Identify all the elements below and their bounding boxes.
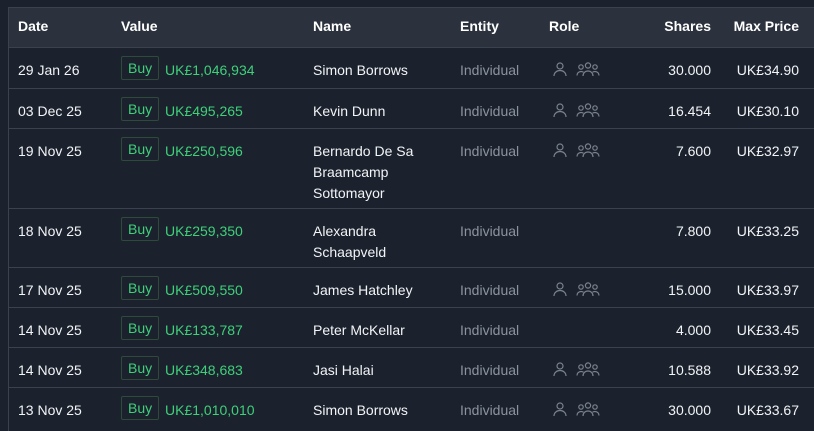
row-max-price: UK£33.67 bbox=[736, 402, 799, 418]
row-shares: 30.000 bbox=[668, 62, 711, 78]
group-icon[interactable] bbox=[576, 361, 600, 377]
row-date: 03 Dec 25 bbox=[18, 103, 82, 119]
row-max-price: UK£30.10 bbox=[736, 103, 799, 119]
row-entity: Individual bbox=[460, 322, 520, 338]
row-role bbox=[552, 360, 600, 378]
row-value: UK£495,265 bbox=[165, 103, 243, 119]
group-icon[interactable] bbox=[576, 61, 600, 77]
insider-name-link[interactable]: Alexandra Schaapveld bbox=[313, 221, 443, 263]
buy-badge[interactable]: Buy bbox=[121, 396, 160, 420]
header-shares[interactable]: Shares bbox=[629, 8, 711, 47]
table-row[interactable]: 18 Nov 25 Buy UK£259,350 Alexandra Schaapve… bbox=[9, 209, 814, 268]
row-max-price: UK£33.45 bbox=[736, 322, 799, 338]
row-entity: Individual bbox=[460, 282, 520, 298]
table-row[interactable]: 03 Dec 25 Buy UK£495,265 Kevin Dunn Individu… bbox=[9, 89, 814, 129]
row-entity: Individual bbox=[460, 103, 520, 119]
header-name[interactable]: Name bbox=[313, 8, 351, 47]
row-entity: Individual bbox=[460, 402, 520, 418]
group-icon[interactable] bbox=[576, 401, 600, 417]
buy-badge[interactable]: Buy bbox=[121, 356, 160, 380]
header-role[interactable]: Role bbox=[549, 8, 579, 47]
insider-name-link[interactable]: Jasi Halai bbox=[313, 360, 443, 381]
row-value: UK£250,596 bbox=[165, 143, 243, 159]
buy-badge[interactable]: Buy bbox=[121, 316, 160, 340]
row-entity: Individual bbox=[460, 62, 520, 78]
row-date: 17 Nov 25 bbox=[18, 282, 82, 298]
row-entity: Individual bbox=[460, 362, 520, 378]
buy-badge[interactable]: Buy bbox=[121, 137, 160, 161]
row-date: 14 Nov 25 bbox=[18, 322, 82, 338]
row-date: 13 Nov 25 bbox=[18, 402, 82, 418]
row-shares: 30.000 bbox=[668, 402, 711, 418]
table-row[interactable]: 14 Nov 25 Buy UK£133,787 Peter McKellar Indi… bbox=[9, 308, 814, 348]
group-icon[interactable] bbox=[576, 142, 600, 158]
header-date[interactable]: Date bbox=[18, 8, 48, 47]
table-row[interactable]: 29 Jan 26 Buy UK£1,046,934 Simon Borrows Ind… bbox=[9, 48, 814, 89]
table-row[interactable]: 17 Nov 25 Buy UK£509,550 James Hatchley Indi… bbox=[9, 268, 814, 308]
row-max-price: UK£32.97 bbox=[736, 143, 799, 159]
row-max-price: UK£33.92 bbox=[736, 362, 799, 378]
row-role bbox=[552, 400, 600, 418]
header-entity[interactable]: Entity bbox=[460, 8, 499, 47]
row-value: UK£1,046,934 bbox=[165, 62, 255, 78]
row-role bbox=[552, 101, 600, 119]
buy-badge[interactable]: Buy bbox=[121, 97, 160, 121]
row-shares: 7.800 bbox=[675, 223, 711, 239]
person-icon[interactable] bbox=[552, 401, 568, 417]
person-icon[interactable] bbox=[552, 102, 568, 118]
row-date: 18 Nov 25 bbox=[18, 223, 82, 239]
insider-name-link[interactable]: Simon Borrows bbox=[313, 60, 443, 81]
table-row[interactable]: 14 Nov 25 Buy UK£348,683 Jasi Halai Individu… bbox=[9, 348, 814, 388]
header-max-price[interactable]: Max Price bbox=[715, 8, 799, 47]
header-value[interactable]: Value bbox=[121, 8, 158, 47]
row-shares: 15.000 bbox=[668, 282, 711, 298]
row-role bbox=[552, 60, 600, 78]
row-entity: Individual bbox=[460, 223, 520, 239]
row-value: UK£348,683 bbox=[165, 362, 243, 378]
row-shares: 16.454 bbox=[668, 103, 711, 119]
insider-name-link[interactable]: Peter McKellar bbox=[313, 320, 443, 341]
row-max-price: UK£34.90 bbox=[736, 62, 799, 78]
group-icon[interactable] bbox=[576, 102, 600, 118]
insider-name-link[interactable]: James Hatchley bbox=[313, 280, 443, 301]
person-icon[interactable] bbox=[552, 361, 568, 377]
buy-badge[interactable]: Buy bbox=[121, 217, 160, 241]
row-max-price: UK£33.25 bbox=[736, 223, 799, 239]
row-max-price: UK£33.97 bbox=[736, 282, 799, 298]
group-icon[interactable] bbox=[576, 281, 600, 297]
person-icon[interactable] bbox=[552, 142, 568, 158]
person-icon[interactable] bbox=[552, 281, 568, 297]
row-entity: Individual bbox=[460, 143, 520, 159]
table-row[interactable]: 19 Nov 25 Buy UK£250,596 Bernardo De Sa Bra… bbox=[9, 129, 814, 209]
table-row[interactable]: 13 Nov 25 Buy UK£1,010,010 Simon Borrows Ind… bbox=[9, 388, 814, 431]
buy-badge[interactable]: Buy bbox=[121, 56, 160, 80]
row-shares: 10.588 bbox=[668, 362, 711, 378]
table-header: Date Value Name Entity Role Shares Max P… bbox=[9, 8, 814, 48]
person-icon[interactable] bbox=[552, 61, 568, 77]
row-shares: 4.000 bbox=[675, 322, 711, 338]
row-role bbox=[552, 280, 600, 298]
insider-name-link[interactable]: Simon Borrows bbox=[313, 400, 443, 421]
row-date: 29 Jan 26 bbox=[18, 62, 80, 78]
insider-transactions-table: Date Value Name Entity Role Shares Max P… bbox=[8, 7, 814, 431]
row-value: UK£509,550 bbox=[165, 282, 243, 298]
row-date: 19 Nov 25 bbox=[18, 143, 82, 159]
row-shares: 7.600 bbox=[675, 143, 711, 159]
buy-badge[interactable]: Buy bbox=[121, 276, 160, 300]
insider-name-link[interactable]: Bernardo De Sa Braamcamp Sottomayor bbox=[313, 141, 443, 204]
row-date: 14 Nov 25 bbox=[18, 362, 82, 378]
row-value: UK£259,350 bbox=[165, 223, 243, 239]
insider-name-link[interactable]: Kevin Dunn bbox=[313, 101, 443, 122]
row-value: UK£1,010,010 bbox=[165, 402, 255, 418]
row-role bbox=[552, 141, 600, 159]
row-value: UK£133,787 bbox=[165, 322, 243, 338]
